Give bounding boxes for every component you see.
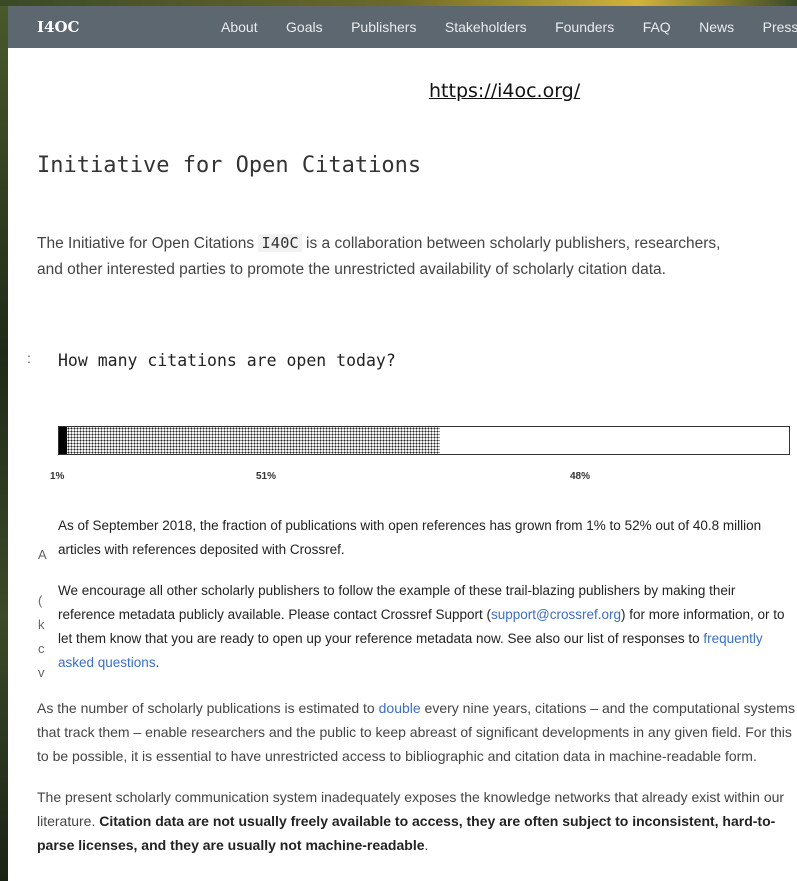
nav-link-publishers[interactable]: Publishers bbox=[351, 19, 416, 35]
background-strip bbox=[0, 0, 8, 881]
nav-link-news[interactable]: News bbox=[699, 19, 734, 35]
progress-segment-closed bbox=[59, 427, 67, 454]
intro-paragraph: The Initiative for Open Citations I40C i… bbox=[37, 230, 727, 283]
url-caption[interactable]: https://i4oc.org/ bbox=[429, 80, 580, 102]
para2-text-after: . bbox=[424, 837, 429, 853]
section-question: How many citations are open today? bbox=[58, 351, 396, 370]
para1-text-before: As the number of scholarly publications … bbox=[37, 700, 379, 716]
brand-logo[interactable]: I4OC bbox=[37, 18, 79, 36]
ghost-letter: A bbox=[38, 547, 47, 562]
ghost-letter: c bbox=[38, 641, 45, 656]
page-title: Initiative for Open Citations bbox=[37, 153, 422, 178]
webpage: I4OC About Goals Publishers Stakeholders… bbox=[8, 6, 797, 881]
double-link[interactable]: double bbox=[379, 700, 421, 716]
encourage-publishers-note: We encourage all other scholarly publish… bbox=[58, 579, 793, 675]
ghost-letter: v bbox=[38, 665, 45, 680]
progress-segment-open bbox=[67, 427, 440, 454]
ghost-letter: k bbox=[38, 617, 45, 632]
progress-label-open: 51% bbox=[256, 471, 277, 482]
intro-text-before: The Initiative for Open Citations bbox=[37, 235, 259, 252]
nav-link-goals[interactable]: Goals bbox=[286, 19, 323, 35]
nav-link-faq[interactable]: FAQ bbox=[643, 19, 671, 35]
open-citations-progress-bar bbox=[58, 426, 790, 455]
nav-links: About Goals Publishers Stakeholders Foun… bbox=[221, 19, 797, 37]
open-references-note: As of September 2018, the fraction of pu… bbox=[58, 518, 762, 557]
nav-link-stakeholders[interactable]: Stakeholders bbox=[445, 19, 527, 35]
ghost-letter: : bbox=[27, 350, 31, 366]
progress-label-closed: 1% bbox=[50, 471, 65, 482]
communication-system-paragraph: The present scholarly communication syst… bbox=[37, 785, 797, 857]
note2-text-after: . bbox=[155, 655, 160, 670]
nav-link-about[interactable]: About bbox=[221, 19, 258, 35]
top-navbar: I4OC About Goals Publishers Stakeholders… bbox=[8, 6, 797, 48]
support-email-link[interactable]: support@crossref.org bbox=[491, 607, 621, 622]
ghost-letter: ( bbox=[38, 593, 43, 608]
progress-label-remaining: 48% bbox=[570, 471, 591, 482]
para2-bold-text: Citation data are not usually freely ava… bbox=[37, 813, 776, 853]
org-code: I40C bbox=[258, 234, 302, 252]
nav-link-press[interactable]: Press bbox=[763, 19, 797, 35]
nav-link-founders[interactable]: Founders bbox=[555, 19, 614, 35]
citations-paragraph: As the number of scholarly publications … bbox=[37, 696, 797, 768]
